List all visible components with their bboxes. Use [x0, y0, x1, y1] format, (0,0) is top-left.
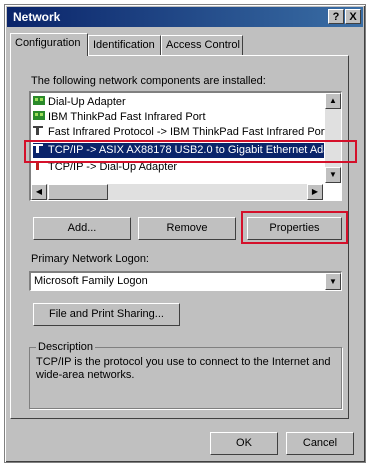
title-bar: Network ? X	[7, 7, 363, 27]
tab-identification[interactable]: Identification	[88, 35, 161, 55]
list-item[interactable]: IBM ThinkPad Fast Infrared Port	[33, 110, 206, 125]
tab-access-control[interactable]: Access Control	[161, 35, 243, 55]
description-title: Description	[36, 341, 96, 353]
highlight-selected-item	[24, 140, 357, 163]
scroll-right-icon[interactable]: ▶	[307, 184, 323, 200]
scroll-left-icon[interactable]: ◀	[31, 184, 47, 200]
primary-logon-value: Microsoft Family Logon	[34, 275, 148, 287]
window-title: Network	[13, 10, 61, 24]
add-button[interactable]: Add...	[33, 217, 131, 240]
list-item[interactable]: Dial-Up Adapter	[33, 95, 126, 110]
scroll-thumb[interactable]	[48, 184, 108, 200]
scroll-down-icon[interactable]: ▼	[325, 167, 341, 183]
list-item[interactable]: Fast Infrared Protocol -> IBM ThinkPad F…	[33, 125, 328, 140]
highlight-properties-button	[241, 211, 348, 244]
close-button[interactable]: X	[345, 9, 361, 24]
components-heading: The following network components are ins…	[31, 75, 266, 87]
list-item-label: Fast Infrared Protocol -> IBM ThinkPad F…	[48, 126, 328, 138]
chevron-down-icon[interactable]: ▼	[325, 273, 341, 290]
file-print-sharing-button[interactable]: File and Print Sharing...	[33, 303, 180, 326]
list-item-label: IBM ThinkPad Fast Infrared Port	[48, 111, 206, 123]
primary-logon-label: Primary Network Logon:	[31, 253, 149, 265]
vertical-scrollbar[interactable]: ▲ ▼	[325, 93, 341, 183]
ok-button[interactable]: OK	[210, 432, 278, 455]
scroll-up-icon[interactable]: ▲	[325, 93, 341, 109]
cancel-button[interactable]: Cancel	[286, 432, 354, 455]
description-group: Description TCP/IP is the protocol you u…	[29, 341, 342, 409]
network-adapter-icon	[33, 110, 46, 121]
primary-logon-select[interactable]: Microsoft Family Logon ▼	[29, 271, 342, 291]
network-adapter-icon	[33, 95, 46, 106]
tab-configuration[interactable]: Configuration	[10, 33, 88, 56]
help-button[interactable]: ?	[328, 9, 344, 24]
horizontal-scrollbar[interactable]: ◀ ▶	[31, 184, 323, 200]
list-item-label: Dial-Up Adapter	[48, 96, 126, 108]
protocol-icon	[33, 125, 46, 136]
description-text: TCP/IP is the protocol you use to connec…	[36, 356, 331, 381]
remove-button[interactable]: Remove	[138, 217, 236, 240]
